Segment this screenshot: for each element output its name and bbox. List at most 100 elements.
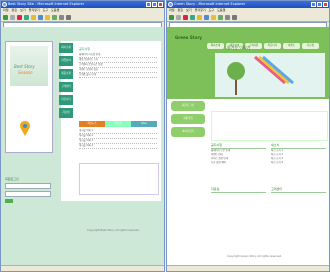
print-icon[interactable]: [66, 14, 71, 20]
side-pill[interactable]: 회원가입: [171, 114, 205, 124]
menu-tools[interactable]: 도구: [209, 8, 215, 13]
toolbar: [1, 13, 164, 22]
browser-window-left: Best Story Site - Microsoft Internet Exp…: [0, 0, 165, 272]
mail-icon[interactable]: [225, 14, 230, 20]
refresh-icon[interactable]: [24, 14, 29, 20]
window-title: Green Story - Microsoft Internet Explore…: [174, 2, 246, 6]
toolbar: [167, 13, 329, 22]
mail-icon[interactable]: [59, 14, 64, 20]
list-item[interactable]: 최신 소식 4: [271, 161, 326, 165]
menu-file[interactable]: 파일: [169, 8, 175, 13]
top-nav-item[interactable]: 회사소개: [207, 43, 224, 49]
window-title: Best Story Site - Microsoft Internet Exp…: [8, 2, 85, 6]
favorites-icon[interactable]: [211, 14, 216, 20]
maximize-icon[interactable]: [152, 2, 157, 7]
refresh-icon[interactable]: [190, 14, 195, 20]
stop-icon[interactable]: [183, 14, 188, 20]
forward-icon[interactable]: [10, 14, 15, 20]
browser-window-right: Green Story - Microsoft Internet Explore…: [166, 0, 330, 272]
top-nav: 회사소개 제품안내 고객지원 커뮤니티 이벤트 자료실: [207, 43, 319, 49]
search-icon[interactable]: [38, 14, 43, 20]
nav-item[interactable]: 고객센터: [59, 82, 73, 92]
site-logo[interactable]: Green Story: [175, 35, 202, 40]
top-nav-item[interactable]: 이벤트: [283, 43, 300, 49]
top-nav-item[interactable]: 커뮤니티: [264, 43, 281, 49]
title-bar: Best Story Site - Microsoft Internet Exp…: [1, 1, 164, 8]
list-item[interactable]: 신제품 출시 안내: [79, 73, 157, 78]
home-icon[interactable]: [197, 14, 202, 20]
tab-bar: 최신뉴스 자료실 Q&A: [79, 121, 157, 127]
ie-icon: [168, 2, 173, 7]
nav-item[interactable]: 자료실: [59, 108, 73, 118]
status-bar: [1, 265, 164, 271]
ie-icon: [2, 2, 7, 7]
nav-item[interactable]: 회사소개: [59, 43, 73, 53]
page-content: Green Story 회사소개 제품안내 고객지원 커뮤니티 이벤트 자료실 …: [167, 27, 329, 266]
menu-view[interactable]: 보기: [186, 8, 192, 13]
tab-news[interactable]: 최신뉴스: [79, 121, 105, 127]
tab-files[interactable]: 자료실: [105, 121, 131, 127]
forward-icon[interactable]: [176, 14, 181, 20]
nav-item[interactable]: 제품소개: [59, 69, 73, 79]
print-icon[interactable]: [232, 14, 237, 20]
back-icon[interactable]: [169, 14, 174, 20]
header-banner: Green Story 회사소개 제품안내 고객지원 커뮤니티 이벤트 자료실 …: [167, 27, 329, 99]
menu-file[interactable]: 파일: [3, 8, 9, 13]
search-icon[interactable]: [204, 14, 209, 20]
hero-image: [215, 53, 325, 97]
menu-tools[interactable]: 도구: [43, 8, 49, 13]
notice-section: 공지사항 홈페이지 리뉴얼 안내 제품 업데이트 소식 고객센터 운영시간 변경…: [79, 47, 157, 78]
menu-help[interactable]: 도움말: [217, 8, 225, 13]
column-title: 자료실: [211, 187, 266, 193]
hero-text: 즐거운 이야기: [227, 45, 251, 50]
menu-favorites[interactable]: 즐겨찾기: [195, 8, 206, 13]
login-box: 회원로그인: [5, 177, 51, 217]
content-box: [79, 163, 159, 195]
stop-icon[interactable]: [17, 14, 22, 20]
tree-illustration: [227, 55, 294, 95]
favorites-icon[interactable]: [45, 14, 50, 20]
history-icon[interactable]: [52, 14, 57, 20]
back-icon[interactable]: [3, 14, 8, 20]
side-menu: 회원로그인 회원가입 아이디찾기: [171, 101, 205, 140]
main-panel: 회사소개 사업분야 제품소개 고객센터 커뮤니티 자료실 공지사항 홈페이지 리…: [59, 41, 161, 201]
maximize-icon[interactable]: [317, 2, 322, 7]
login-button[interactable]: [5, 199, 13, 203]
menu-view[interactable]: 보기: [20, 8, 26, 13]
history-icon[interactable]: [218, 14, 223, 20]
support-column: 고객센터: [271, 187, 326, 193]
list-item[interactable]: 게시물 목록 4: [79, 144, 157, 149]
column-title: 고객센터: [271, 187, 326, 193]
status-bar: [167, 265, 329, 271]
brand-line-1: Best Story: [14, 64, 35, 69]
notice-column: 공지사항 홈페이지 오픈 안내 이벤트 안내 서비스 점검 안내 신규 회원 혜…: [211, 143, 266, 165]
footer-text: Copyright Best Story. All rights reserve…: [87, 229, 140, 232]
menu-help[interactable]: 도움말: [51, 8, 59, 13]
nav-item[interactable]: 커뮤니티: [59, 95, 73, 105]
menu-favorites[interactable]: 즐겨찾기: [29, 8, 40, 13]
side-pill[interactable]: 회원로그인: [171, 101, 205, 111]
minimize-icon[interactable]: [311, 2, 316, 7]
id-input[interactable]: [5, 183, 51, 189]
login-panel: [211, 111, 328, 141]
login-title: 회원로그인: [5, 177, 19, 181]
nav-item[interactable]: 사업분야: [59, 56, 73, 66]
title-bar: Green Story - Microsoft Internet Explore…: [167, 1, 329, 8]
close-icon[interactable]: [323, 2, 328, 7]
files-column: 자료실: [211, 187, 266, 193]
tab-qna[interactable]: Q&A: [131, 121, 157, 127]
menu-edit[interactable]: 편집: [12, 8, 18, 13]
list-item[interactable]: 신규 회원 혜택: [211, 161, 266, 165]
menu-edit[interactable]: 편집: [178, 8, 184, 13]
password-input[interactable]: [5, 191, 51, 197]
news-column: 새소식 최신 소식 1 최신 소식 2 최신 소식 3 최신 소식 4: [271, 143, 326, 165]
page-content: Best Story Season 회원로그인 회사소개 사업분야 제품소개 고…: [1, 27, 164, 266]
minimize-icon[interactable]: [146, 2, 151, 7]
window-controls: [311, 2, 328, 7]
close-icon[interactable]: [158, 2, 163, 7]
side-pill[interactable]: 아이디찾기: [171, 127, 205, 137]
left-sidebar: Best Story Season: [5, 41, 53, 153]
home-icon[interactable]: [31, 14, 36, 20]
map-pin-icon: [20, 121, 30, 136]
top-nav-item[interactable]: 자료실: [302, 43, 319, 49]
